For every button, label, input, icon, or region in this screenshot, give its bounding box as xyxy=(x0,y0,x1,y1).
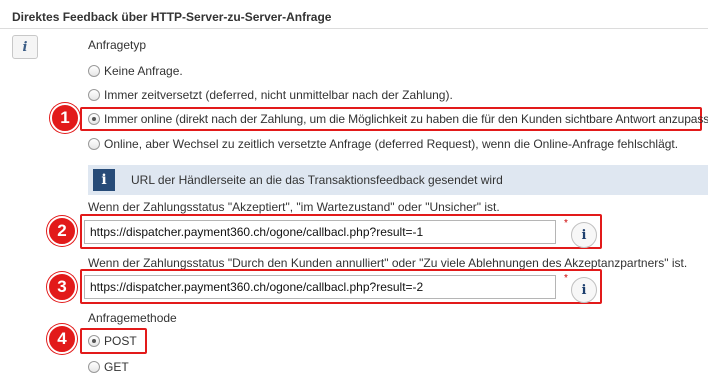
radio-option-get[interactable]: GET xyxy=(88,360,129,374)
anfragemethode-label: Anfragemethode xyxy=(88,311,177,325)
required-marker: * xyxy=(564,218,568,229)
radio-option-post[interactable]: POST xyxy=(88,334,137,348)
url-accepted-input[interactable] xyxy=(84,220,556,244)
annotation-badge-2: 2 xyxy=(47,216,77,246)
radio-option-zeitversetzt[interactable]: Immer zeitversetzt (deferred, nicht unmi… xyxy=(88,88,453,102)
divider xyxy=(0,28,708,29)
info-icon: i xyxy=(93,169,115,191)
radio-label: POST xyxy=(104,334,137,348)
url-accepted-label: Wenn der Zahlungsstatus "Akzeptiert", "i… xyxy=(88,200,500,214)
radio-button[interactable] xyxy=(88,138,100,150)
radio-button[interactable] xyxy=(88,361,100,373)
radio-label: Immer online (direkt nach der Zahlung, u… xyxy=(104,112,708,126)
radio-button-selected[interactable] xyxy=(88,113,100,125)
annotation-badge-1: 1 xyxy=(50,103,80,133)
required-marker: * xyxy=(564,273,568,284)
radio-option-immer-online[interactable]: Immer online (direkt nach der Zahlung, u… xyxy=(88,112,708,126)
annotation-badge-4: 4 xyxy=(47,324,77,354)
anfragetyp-label: Anfragetyp xyxy=(88,38,147,52)
info-banner-text: URL der Händlerseite an die das Transakt… xyxy=(131,173,503,187)
section-title: Direktes Feedback über HTTP-Server-zu-Se… xyxy=(12,10,332,24)
info-icon[interactable]: i xyxy=(571,222,597,248)
radio-button-selected[interactable] xyxy=(88,335,100,347)
radio-label: Immer zeitversetzt (deferred, nicht unmi… xyxy=(104,88,453,102)
info-icon[interactable]: i xyxy=(571,277,597,303)
radio-label: GET xyxy=(104,360,129,374)
info-banner: i URL der Händlerseite an die das Transa… xyxy=(88,165,708,195)
radio-option-online-fallback[interactable]: Online, aber Wechsel zu zeitlich versetz… xyxy=(88,137,678,151)
url-cancelled-input[interactable] xyxy=(84,275,556,299)
annotation-badge-3: 3 xyxy=(47,272,77,302)
radio-label: Keine Anfrage. xyxy=(104,64,183,78)
info-icon[interactable]: i xyxy=(12,35,38,59)
radio-button[interactable] xyxy=(88,89,100,101)
url-cancelled-label: Wenn der Zahlungsstatus "Durch den Kunde… xyxy=(88,256,688,270)
radio-button[interactable] xyxy=(88,65,100,77)
radio-option-keine-anfrage[interactable]: Keine Anfrage. xyxy=(88,64,183,78)
radio-label: Online, aber Wechsel zu zeitlich versetz… xyxy=(104,137,679,151)
